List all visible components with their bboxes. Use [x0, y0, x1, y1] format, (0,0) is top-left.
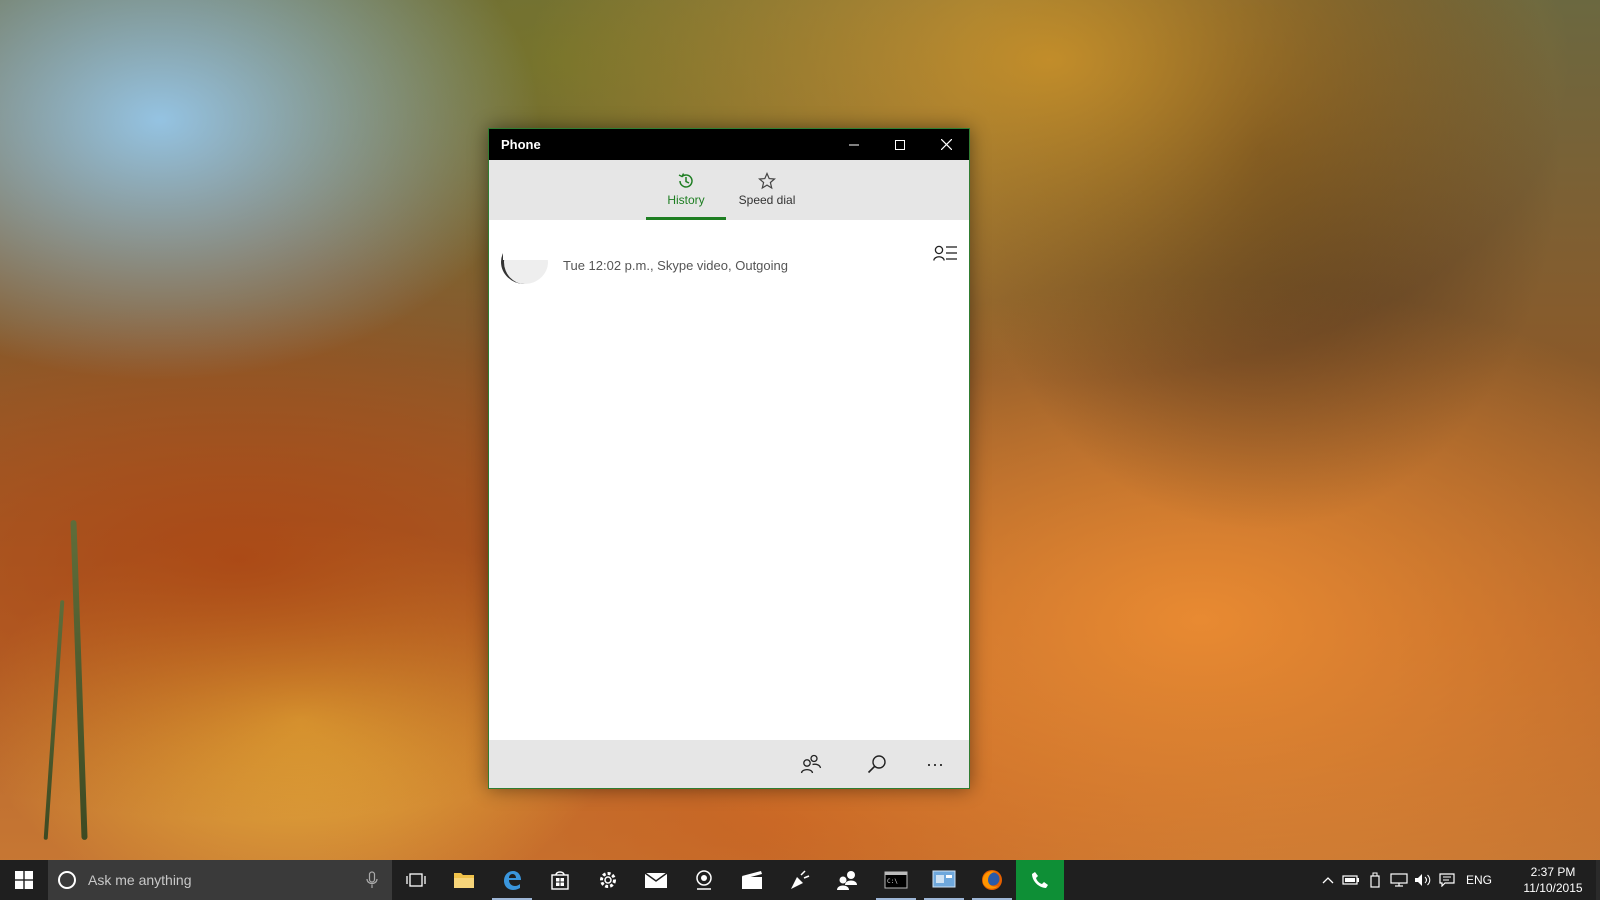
edge-icon	[504, 871, 521, 890]
show-hidden-icons-button[interactable]	[1318, 860, 1338, 900]
file-explorer-button[interactable]	[440, 860, 488, 900]
volume-icon	[1415, 874, 1431, 886]
battery-icon	[1342, 875, 1359, 885]
more-icon: ···	[926, 753, 944, 774]
contacts-icon	[800, 754, 822, 774]
contacts-button[interactable]	[791, 740, 831, 788]
search-icon	[867, 755, 886, 774]
command-prompt-button[interactable]: C:\	[872, 860, 920, 900]
close-button[interactable]	[923, 129, 969, 160]
windows-logo-icon	[15, 871, 33, 889]
network-icon	[1390, 873, 1408, 887]
grass-blade	[70, 519, 88, 841]
contact-card-button[interactable]	[933, 244, 957, 267]
usb-drive-icon	[1370, 872, 1380, 888]
tab-label: History	[667, 193, 705, 207]
action-center-button[interactable]	[1436, 860, 1458, 900]
clock-date: 11/10/2015	[1523, 881, 1583, 895]
people-button[interactable]	[824, 860, 872, 900]
action-center-icon	[1439, 873, 1455, 887]
cortana-search-box[interactable]: Ask me anything	[48, 860, 392, 900]
tab-speed-dial[interactable]: Speed dial	[727, 160, 807, 220]
taskbar: Ask me anything C:\ ENG 2:37 PM 11/10/20…	[0, 860, 1600, 900]
title-bar[interactable]: Phone	[489, 129, 969, 160]
cortana-icon	[58, 871, 76, 889]
chevron-up-icon	[1322, 877, 1334, 884]
search-button[interactable]	[857, 740, 897, 788]
start-button[interactable]	[0, 860, 48, 900]
firefox-icon	[982, 870, 1002, 890]
more-button[interactable]: ···	[915, 740, 955, 788]
close-icon	[940, 139, 952, 150]
file-explorer-icon	[454, 873, 474, 888]
language-label: ENG	[1465, 873, 1492, 887]
phone-window: Phone History Speed dial Tue 12:02 p.m.,…	[488, 128, 970, 789]
pivot-tabs: History Speed dial	[489, 160, 969, 220]
call-detail: Tue 12:02 p.m., Skype video, Outgoing	[563, 258, 788, 273]
minimize-icon	[849, 144, 859, 145]
minimize-button[interactable]	[831, 129, 877, 160]
clock-time: 2:37 PM	[1530, 865, 1576, 879]
camera-icon	[696, 870, 712, 890]
settings-icon	[600, 872, 616, 888]
redacted-contact-name	[503, 220, 629, 260]
network-tray-button[interactable]	[1388, 860, 1410, 900]
battery-tray-button[interactable]	[1340, 860, 1362, 900]
show-desktop-button[interactable]	[1596, 860, 1600, 900]
phone-app-button[interactable]	[1016, 860, 1064, 900]
desktop-wallpaper: Phone History Speed dial Tue 12:02 p.m.,…	[0, 0, 1600, 900]
history-list: Tue 12:02 p.m., Skype video, Outgoing	[489, 220, 969, 728]
movies-button[interactable]	[728, 860, 776, 900]
maximize-button[interactable]	[877, 129, 923, 160]
camera-button[interactable]	[680, 860, 728, 900]
store-button[interactable]	[536, 860, 584, 900]
app-bar: ···	[489, 740, 969, 788]
grass-blade	[43, 600, 65, 840]
phone-icon	[1032, 872, 1048, 888]
history-icon	[678, 173, 693, 188]
safely-remove-tray-button[interactable]	[1364, 860, 1386, 900]
task-view-icon	[406, 873, 426, 887]
get-started-button[interactable]	[776, 860, 824, 900]
list-item[interactable]: Tue 12:02 p.m., Skype video, Outgoing	[489, 220, 969, 288]
clock[interactable]: 2:37 PM 11/10/2015	[1518, 864, 1588, 896]
command-prompt-icon: C:\	[884, 871, 908, 889]
control-panel-icon	[932, 870, 956, 888]
maximize-icon	[895, 139, 905, 150]
people-icon	[837, 871, 857, 890]
edge-button[interactable]	[488, 860, 536, 900]
task-view-button[interactable]	[392, 860, 440, 900]
search-placeholder: Ask me anything	[88, 872, 192, 888]
contact-card-icon	[933, 245, 957, 261]
get-started-icon	[791, 870, 810, 889]
settings-button[interactable]	[584, 860, 632, 900]
tab-label: Speed dial	[738, 193, 796, 207]
svg-text:C:\: C:\	[887, 878, 898, 885]
volume-tray-button[interactable]	[1412, 860, 1434, 900]
input-language-button[interactable]: ENG	[1462, 860, 1496, 900]
store-icon	[551, 871, 569, 890]
control-panel-button[interactable]	[920, 860, 968, 900]
mail-button[interactable]	[632, 860, 680, 900]
mail-icon	[644, 872, 668, 888]
window-title: Phone	[501, 137, 541, 152]
tab-history[interactable]: History	[646, 160, 726, 220]
movies-icon	[742, 871, 762, 889]
star-icon	[758, 172, 776, 190]
firefox-button[interactable]	[968, 860, 1016, 900]
microphone-icon[interactable]	[366, 871, 378, 889]
